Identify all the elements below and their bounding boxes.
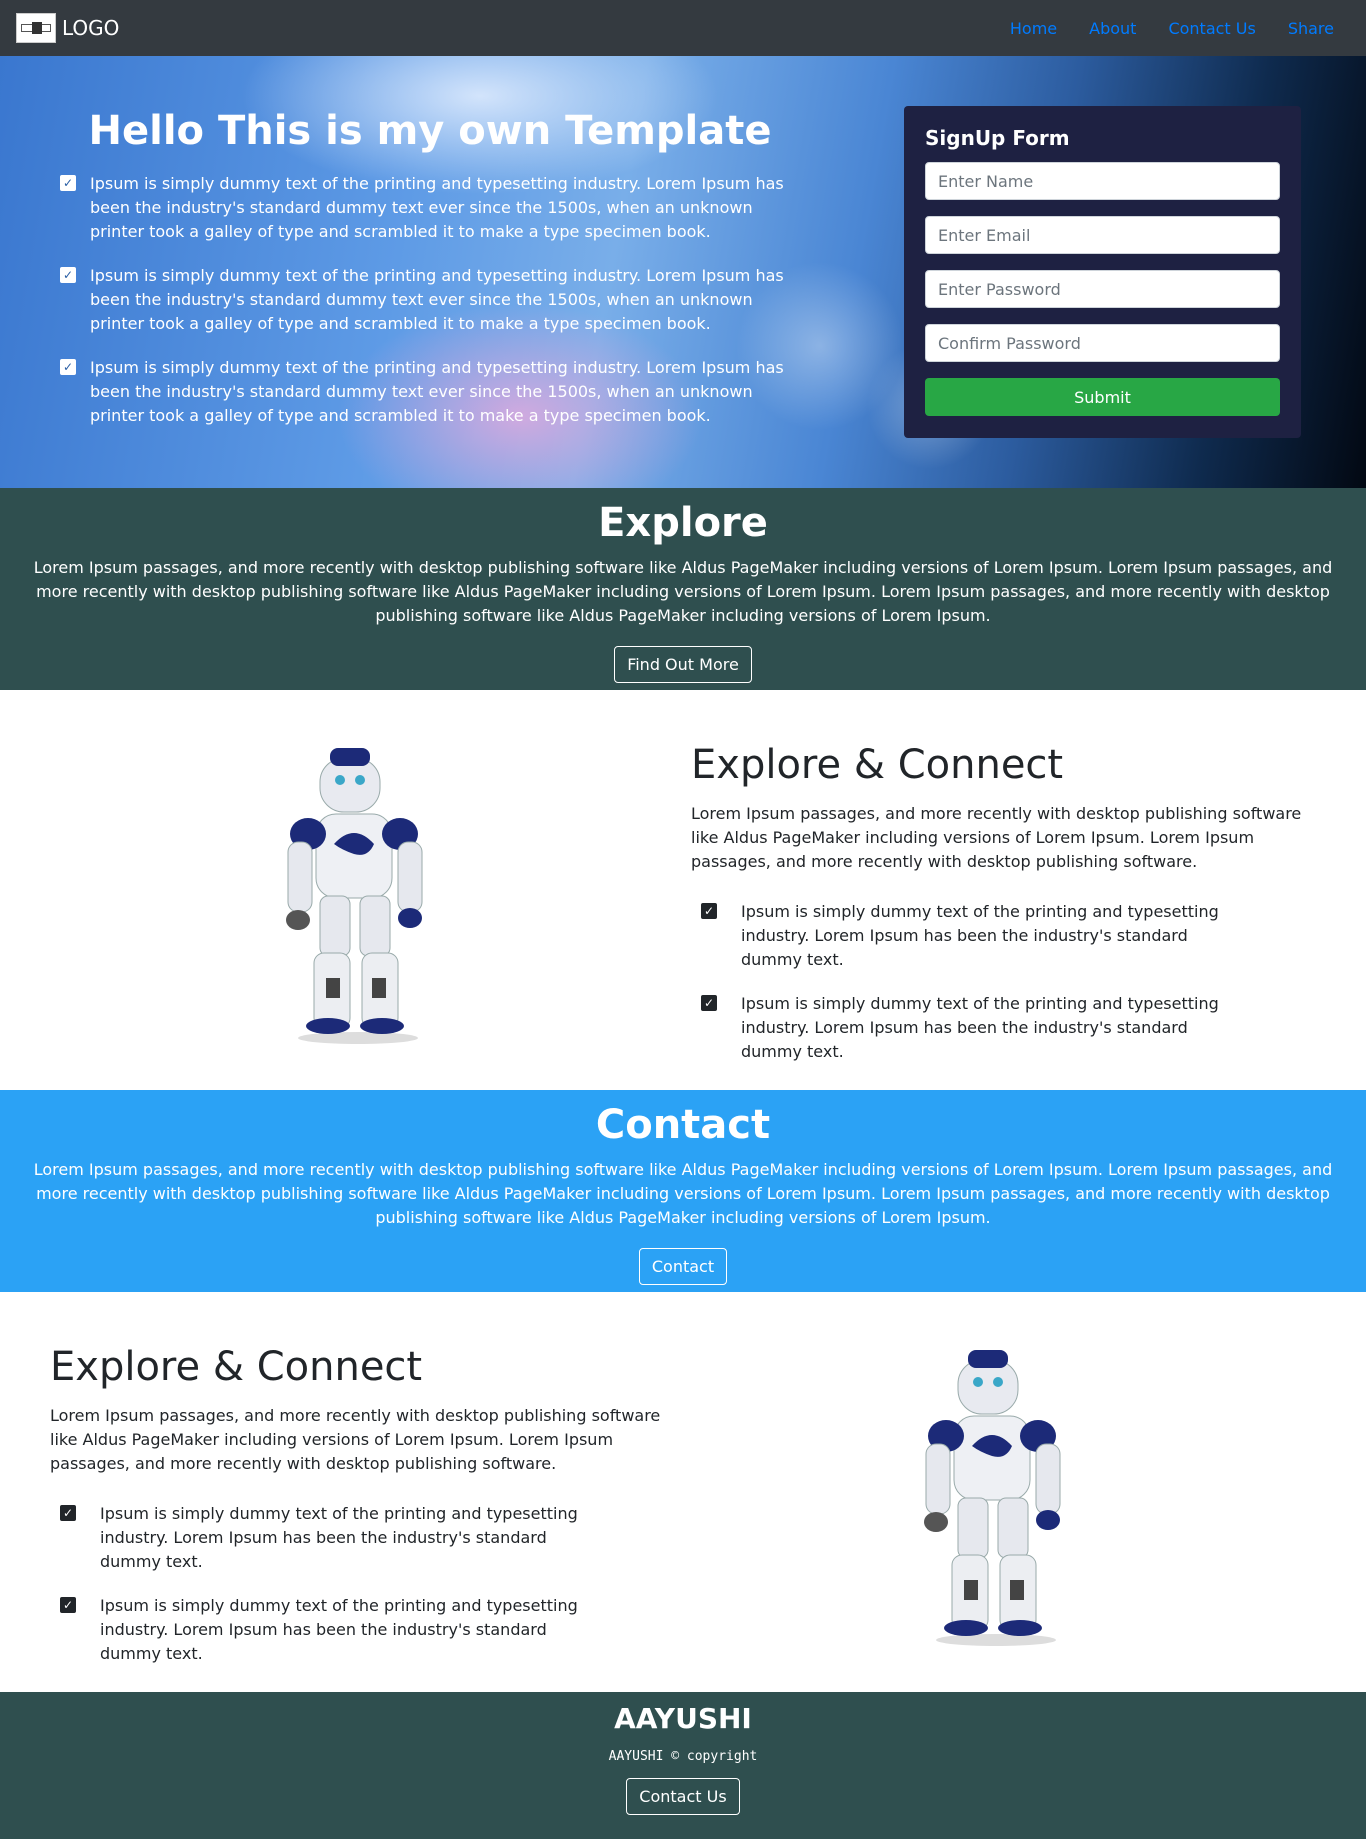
hero-item-text: Ipsum is simply dummy text of the printi…: [90, 358, 784, 425]
password-input[interactable]: [925, 270, 1280, 308]
robot-image: [924, 1350, 1061, 1646]
feature-2-item-text: Ipsum is simply dummy text of the printi…: [100, 1504, 578, 1571]
contact-section: Contact Lorem Ipsum passages, and more r…: [0, 1090, 1366, 1292]
check-square-icon: ✓: [60, 175, 76, 191]
feature-1-list-item: ✓ Ipsum is simply dummy text of the prin…: [701, 992, 1311, 1064]
footer-contact-us-button[interactable]: Contact Us: [626, 1778, 740, 1815]
signup-form-title: SignUp Form: [925, 126, 1070, 150]
submit-button[interactable]: Submit: [925, 378, 1280, 416]
feature-section-1: Explore & Connect Lorem Ipsum passages, …: [0, 690, 1366, 1090]
nav-link-about[interactable]: About: [1073, 11, 1152, 46]
feature-section-2: Explore & Connect Lorem Ipsum passages, …: [0, 1292, 1366, 1692]
footer-copyright: AAYUSHI © copyright: [608, 1749, 758, 1764]
nav-link-share[interactable]: Share: [1272, 11, 1350, 46]
contact-button[interactable]: Contact: [638, 1248, 728, 1285]
feature-1-item-text: Ipsum is simply dummy text of the printi…: [741, 994, 1219, 1061]
footer: AAYUSHI AAYUSHI © copyright Contact Us: [0, 1692, 1366, 1839]
feature-1-list-item: ✓ Ipsum is simply dummy text of the prin…: [701, 900, 1311, 972]
check-square-icon: ✓: [60, 1597, 76, 1613]
feature-1-item-text: Ipsum is simply dummy text of the printi…: [741, 902, 1219, 969]
hero-item-text: Ipsum is simply dummy text of the printi…: [90, 174, 784, 241]
hero-item-text: Ipsum is simply dummy text of the printi…: [90, 266, 784, 333]
robot-image: [286, 748, 423, 1044]
check-square-icon: ✓: [701, 903, 717, 919]
check-square-icon: ✓: [701, 995, 717, 1011]
nav-link-home[interactable]: Home: [994, 11, 1073, 46]
check-square-icon: ✓: [60, 359, 76, 375]
hero-list-item: ✓ Ipsum is simply dummy text of the prin…: [60, 264, 800, 336]
check-square-icon: ✓: [60, 267, 76, 283]
find-out-more-button[interactable]: Find Out More: [614, 646, 752, 683]
feature-2-list-item: ✓ Ipsum is simply dummy text of the prin…: [60, 1502, 670, 1574]
hero-list-item: ✓ Ipsum is simply dummy text of the prin…: [60, 172, 800, 244]
hero-list-item: ✓ Ipsum is simply dummy text of the prin…: [60, 356, 800, 428]
nav-link-contact-us[interactable]: Contact Us: [1152, 11, 1271, 46]
feature-2-list-item: ✓ Ipsum is simply dummy text of the prin…: [60, 1594, 670, 1666]
email-input[interactable]: [925, 216, 1280, 254]
feature-2-lead: Lorem Ipsum passages, and more recently …: [50, 1406, 661, 1473]
feature-2-content: Explore & Connect Lorem Ipsum passages, …: [50, 1344, 670, 1686]
hero-section: Hello This is my own Template ✓ Ipsum is…: [0, 56, 1366, 488]
brand-text: LOGO: [62, 16, 120, 40]
feature-2-item-text: Ipsum is simply dummy text of the printi…: [100, 1596, 578, 1663]
logo-image: [16, 13, 56, 43]
name-input[interactable]: [925, 162, 1280, 200]
nav-links: Home About Contact Us Share: [994, 11, 1350, 46]
brand[interactable]: LOGO: [16, 13, 119, 43]
contact-text: Lorem Ipsum passages, and more recently …: [33, 1160, 1333, 1227]
feature-2-title: Explore & Connect: [50, 1344, 423, 1390]
hero-content: Hello This is my own Template ✓ Ipsum is…: [60, 108, 800, 448]
navbar: LOGO Home About Contact Us Share: [0, 0, 1366, 56]
explore-text: Lorem Ipsum passages, and more recently …: [33, 558, 1333, 625]
contact-title: Contact: [595, 1102, 771, 1148]
check-square-icon: ✓: [60, 1505, 76, 1521]
signup-form: SignUp Form Submit: [904, 106, 1301, 438]
hero-title: Hello This is my own Template: [88, 108, 772, 154]
explore-section: Explore Lorem Ipsum passages, and more r…: [0, 488, 1366, 690]
feature-1-lead: Lorem Ipsum passages, and more recently …: [691, 804, 1302, 871]
explore-title: Explore: [598, 500, 768, 546]
confirm-password-input[interactable]: [925, 324, 1280, 362]
feature-1-title: Explore & Connect: [691, 742, 1064, 788]
footer-title: AAYUSHI: [614, 1702, 752, 1735]
feature-1-content: Explore & Connect Lorem Ipsum passages, …: [691, 742, 1311, 1084]
